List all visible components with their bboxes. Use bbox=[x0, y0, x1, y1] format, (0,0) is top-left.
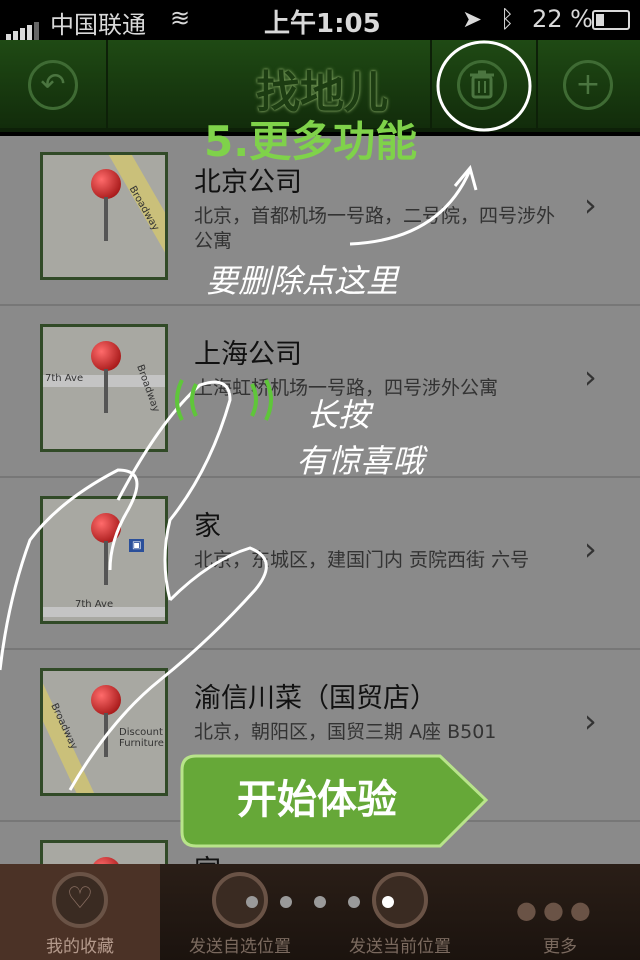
chevron-right-icon: › bbox=[584, 530, 597, 568]
map-pin-icon bbox=[91, 857, 121, 864]
map-pin-icon bbox=[91, 341, 121, 371]
list-item[interactable]: Broadway 北京公司 北京，首都机场一号路，二号院，四号涉外公寓 › bbox=[0, 136, 640, 306]
location-arrow-icon: ➤ bbox=[462, 5, 483, 33]
map-thumbnail: Broadway bbox=[40, 152, 168, 280]
list-item[interactable]: 7th Ave ▣ 家 北京，东城区，建国门内 贡院西街 六号 › bbox=[0, 480, 640, 650]
battery-icon bbox=[592, 10, 630, 30]
map-pin-stem bbox=[104, 541, 108, 585]
place-address: 北京，首都机场一号路，二号院，四号涉外公寓 bbox=[194, 205, 556, 252]
nav-divider bbox=[106, 40, 108, 132]
place-address: 北京，东城区，建国门内 贡院西街 六号 bbox=[194, 549, 530, 571]
heart-icon: ♡ bbox=[52, 872, 108, 928]
page-dot[interactable] bbox=[246, 896, 258, 908]
map-pin-stem bbox=[104, 369, 108, 413]
plus-icon[interactable]: + bbox=[563, 60, 613, 110]
wifi-icon: ≋ bbox=[170, 4, 191, 32]
more-dots-icon: ●●● bbox=[516, 896, 597, 924]
map-pin-icon bbox=[91, 685, 121, 715]
tab-send-current-location[interactable]: 发送当前位置 bbox=[320, 864, 480, 960]
page-indicator bbox=[246, 896, 396, 910]
map-thumbnail: 7th Ave ▣ bbox=[40, 496, 168, 624]
trash-icon[interactable] bbox=[457, 60, 507, 110]
map-pin-icon bbox=[91, 513, 121, 543]
tab-more[interactable]: ●●● 更多 bbox=[480, 864, 640, 960]
place-title: 渝信川菜（国贸店） bbox=[194, 683, 437, 714]
map-thumbnail bbox=[40, 840, 168, 864]
chevron-right-icon: › bbox=[584, 358, 597, 396]
nav-divider bbox=[430, 40, 432, 132]
chevron-right-icon: › bbox=[584, 186, 597, 224]
nav-bar: ↶ 找地儿 + bbox=[0, 40, 640, 132]
map-label: Discount Furniture bbox=[119, 727, 164, 749]
tab-favorites[interactable]: ♡ 我的收藏 bbox=[0, 864, 160, 960]
map-label: 7th Ave bbox=[45, 373, 84, 384]
bluetooth-icon: ᛒ bbox=[500, 5, 515, 33]
map-thumbnail: Broadway Discount Furniture bbox=[40, 668, 168, 796]
map-pin-stem bbox=[104, 197, 108, 241]
bus-icon: ▣ bbox=[129, 539, 145, 552]
tab-label: 发送当前位置 bbox=[349, 937, 451, 957]
place-title: 上海公司 bbox=[194, 339, 302, 370]
map-label: 7th Ave bbox=[75, 599, 114, 610]
undo-icon[interactable]: ↶ bbox=[28, 60, 78, 110]
chevron-right-icon: › bbox=[584, 702, 597, 740]
place-address: 上海虹桥机场一号路，四号涉外公寓 bbox=[194, 377, 499, 399]
map-label: Broadway bbox=[134, 363, 162, 414]
place-address: 北京，朝阳区，国贸三期 A座 B501 bbox=[194, 721, 497, 743]
status-bar: 中国联通 ≋ 上午1:05 ➤ ᛒ 22 % bbox=[0, 0, 640, 40]
tab-bar: ♡ 我的收藏 发送自选位置 发送当前位置 ●●● 更多 bbox=[0, 864, 640, 960]
carrier-label: 中国联通 bbox=[50, 11, 146, 39]
page-dot-active[interactable] bbox=[382, 896, 394, 908]
status-time: 上午1:05 bbox=[264, 9, 381, 39]
page-dot[interactable] bbox=[314, 896, 326, 908]
app-logo: 找地儿 bbox=[256, 67, 388, 118]
map-pin-icon bbox=[91, 169, 121, 199]
tab-label: 我的收藏 bbox=[46, 937, 114, 957]
place-title: 北京公司 bbox=[194, 167, 302, 198]
page-dot[interactable] bbox=[280, 896, 292, 908]
tab-label: 发送自选位置 bbox=[189, 937, 291, 957]
tab-label: 更多 bbox=[543, 937, 577, 957]
nav-divider bbox=[536, 40, 538, 132]
place-title: 家 bbox=[194, 511, 221, 542]
map-pin-stem bbox=[104, 713, 108, 757]
map-thumbnail: 7th Ave Broadway bbox=[40, 324, 168, 452]
start-button-label: 开始体验 bbox=[237, 777, 397, 823]
page-dot[interactable] bbox=[348, 896, 360, 908]
place-title: 家 bbox=[194, 848, 221, 864]
tab-send-selected-location[interactable]: 发送自选位置 bbox=[160, 864, 320, 960]
battery-percent: 22 % bbox=[532, 5, 593, 33]
signal-icon bbox=[6, 12, 41, 40]
start-experience-button[interactable]: 开始体验 bbox=[182, 756, 482, 846]
favorites-list: Broadway 北京公司 北京，首都机场一号路，二号院，四号涉外公寓 › 7t… bbox=[0, 136, 640, 864]
list-item[interactable]: 7th Ave Broadway 上海公司 上海虹桥机场一号路，四号涉外公寓 › bbox=[0, 308, 640, 478]
